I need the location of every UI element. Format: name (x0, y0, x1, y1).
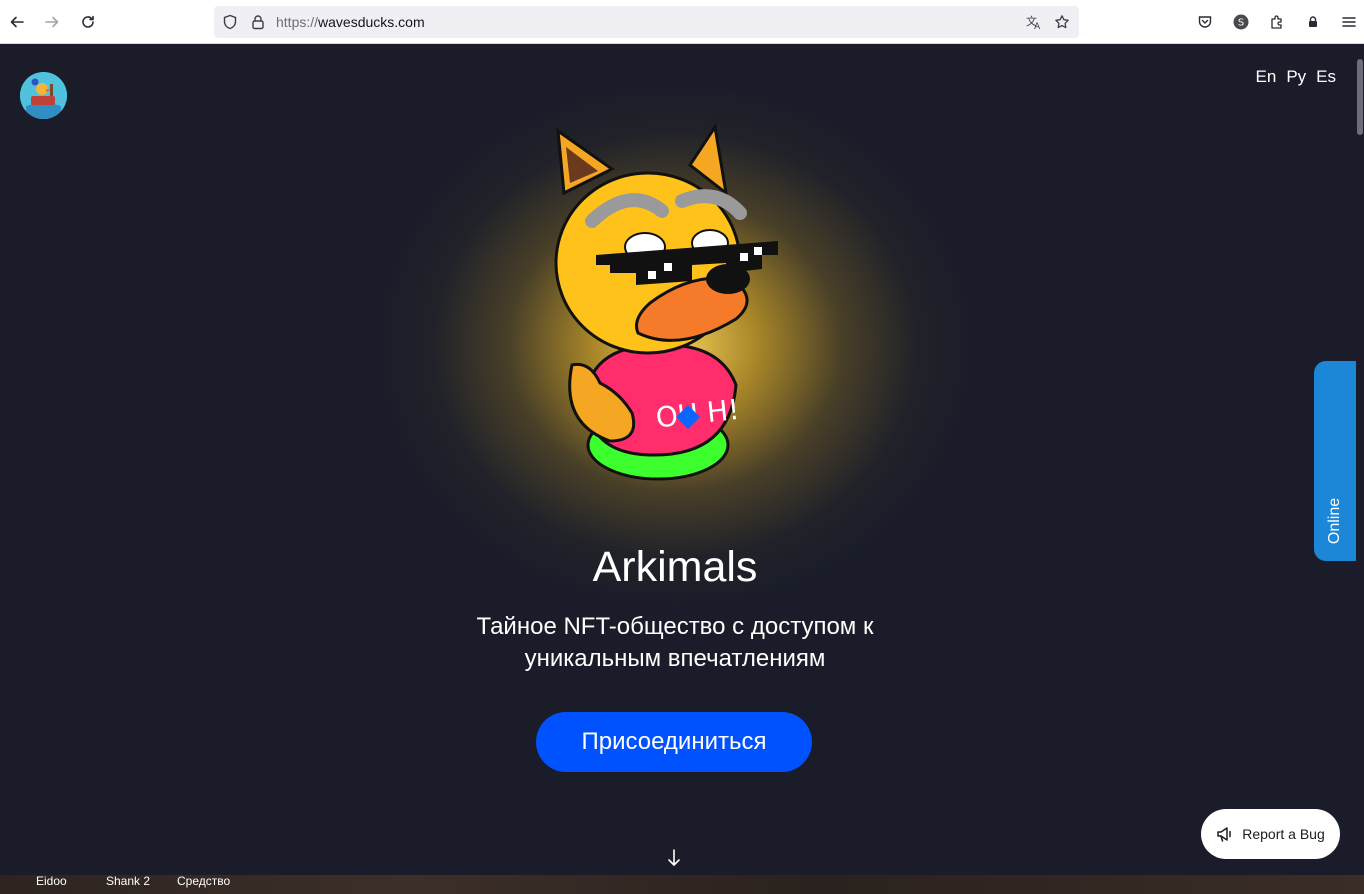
page-content: En Ру Es OU H! Arkimals Тайное NFT-общес… (0, 45, 1356, 875)
pocket-icon (1198, 16, 1212, 28)
account-avatar-icon: S (1233, 14, 1249, 30)
url-text[interactable]: https://wavesducks.com (276, 14, 425, 30)
extension-lock-icon (1309, 16, 1317, 27)
arrow-left-icon (10, 16, 24, 28)
forward-button[interactable] (41, 11, 63, 33)
duck-logo-icon (20, 72, 67, 119)
pocket-button[interactable] (1194, 11, 1216, 33)
profile-initial: S (1238, 18, 1244, 29)
lang-ru[interactable]: Ру (1286, 67, 1306, 87)
join-button[interactable]: Присоединиться (536, 712, 812, 772)
online-chat-tab[interactable]: Online (1314, 361, 1356, 561)
taskbar-item-shank2[interactable]: Shank 2 (106, 875, 150, 887)
scrollbar-thumb[interactable] (1357, 59, 1363, 135)
hero-subtitle: Тайное NFT-общество с доступом к уникаль… (476, 613, 874, 672)
site-logo[interactable] (20, 72, 67, 119)
reload-icon (82, 15, 94, 28)
menu-button[interactable] (1338, 11, 1360, 33)
url-scheme: https:// (276, 14, 319, 30)
desktop-taskbar: Eidoo Shank 2 Средство (0, 875, 1364, 894)
hero-title: Arkimals (592, 543, 758, 591)
lock-icon[interactable] (250, 14, 266, 30)
svg-text:A: A (1034, 22, 1041, 30)
taskbar-item-sredstvo[interactable]: Средство (177, 875, 230, 887)
back-button[interactable] (6, 11, 28, 33)
taskbar-item-eidoo[interactable]: Eidoo (36, 875, 67, 887)
report-bug-button[interactable]: Report a Bug (1201, 809, 1340, 859)
lang-en[interactable]: En (1256, 67, 1277, 87)
reload-button[interactable] (77, 11, 99, 33)
shield-icon[interactable] (222, 14, 238, 30)
browser-toolbar: https://wavesducks.com 文A S (0, 0, 1364, 44)
extension-button[interactable] (1302, 11, 1324, 33)
puzzle-icon (1271, 15, 1282, 29)
translate-icon[interactable]: 文A (1026, 14, 1042, 30)
hamburger-icon (1342, 17, 1356, 27)
address-bar[interactable]: https://wavesducks.com 文A (214, 6, 1079, 38)
fox-mascot-illustration: OU H! (554, 123, 778, 481)
url-host: wavesducks.com (318, 14, 425, 30)
arrow-right-icon (45, 16, 59, 28)
scroll-down-arrow-icon[interactable] (666, 848, 682, 868)
page-scrollbar[interactable] (1356, 45, 1364, 875)
report-bug-label: Report a Bug (1242, 826, 1325, 842)
online-tab-label: Online (1326, 497, 1343, 545)
extensions-button[interactable] (1266, 11, 1288, 33)
language-switcher: En Ру Es (1256, 67, 1336, 87)
account-button[interactable]: S (1230, 11, 1252, 33)
lang-es[interactable]: Es (1316, 67, 1336, 87)
bookmark-star-icon[interactable] (1054, 14, 1070, 30)
megaphone-icon (1217, 827, 1231, 842)
